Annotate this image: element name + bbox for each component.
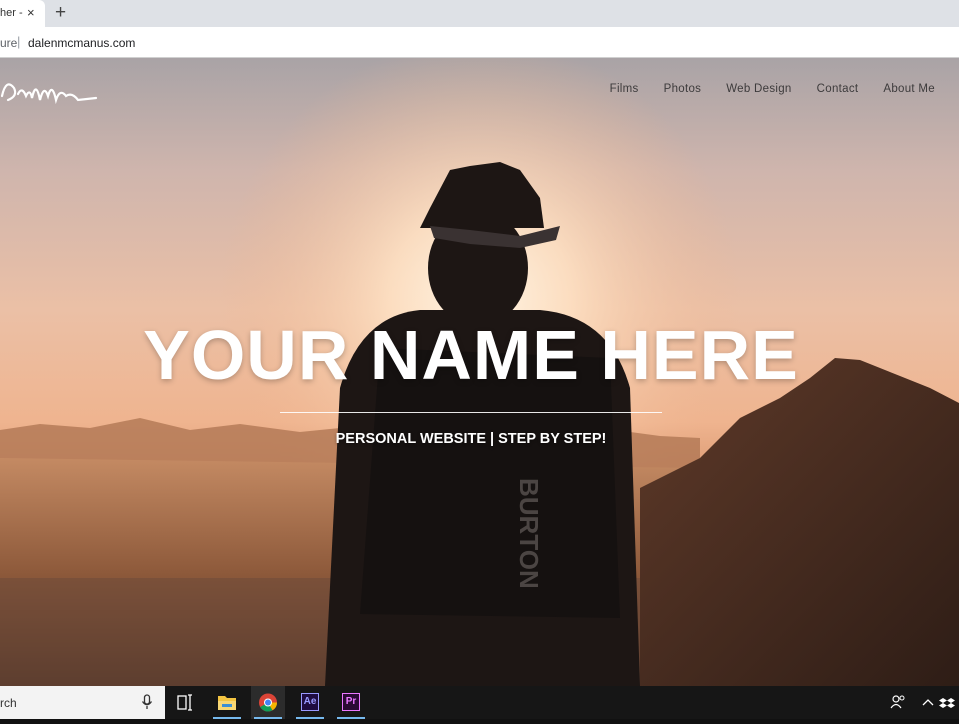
after-effects-button[interactable]: Ae [293, 686, 327, 719]
people-icon [890, 695, 905, 709]
nav-films[interactable]: Films [610, 83, 639, 95]
nav-about-me[interactable]: About Me [883, 83, 935, 95]
close-icon[interactable]: × [27, 5, 35, 20]
file-explorer-icon [218, 696, 236, 710]
taskbar: rch Ae Pr [0, 686, 959, 719]
signature-logo[interactable] [0, 70, 100, 110]
omnibox[interactable]: ure | dalenmcmanus.com [0, 33, 959, 53]
hero-title: YOUR NAME HERE [143, 316, 799, 394]
task-view-button[interactable] [168, 686, 202, 719]
chevron-up-icon [922, 699, 934, 706]
microphone-icon[interactable] [141, 694, 153, 710]
omnibox-separator: | [17, 34, 21, 49]
people-button[interactable] [887, 686, 909, 719]
hero-divider [280, 412, 662, 413]
nav-web-design[interactable]: Web Design [726, 83, 791, 95]
task-view-icon [177, 694, 192, 711]
search-placeholder: rch [0, 696, 17, 710]
url-text[interactable]: dalenmcmanus.com [28, 36, 135, 50]
hero-section: BURTON Films Photos Web Design Contact A… [0, 58, 959, 686]
tab-title: her - [0, 7, 23, 19]
premiere-pro-icon: Pr [342, 693, 360, 711]
premiere-pro-button[interactable]: Pr [334, 686, 368, 719]
secure-label: ure [0, 36, 18, 50]
chrome-icon [259, 693, 277, 712]
nav-photos[interactable]: Photos [664, 83, 702, 95]
hero-subtitle: PERSONAL WEBSITE | STEP BY STEP! [335, 431, 607, 447]
main-nav: Films Photos Web Design Contact About Me [610, 83, 935, 95]
browser-tab[interactable]: her - × [0, 0, 45, 27]
svg-text:BURTON: BURTON [514, 478, 544, 589]
taskbar-search-box[interactable]: rch [0, 686, 165, 719]
after-effects-icon: Ae [301, 693, 319, 711]
plus-icon[interactable]: + [55, 3, 66, 23]
nav-contact[interactable]: Contact [817, 83, 859, 95]
tab-strip: her - × + [0, 0, 959, 27]
address-bar: ure | dalenmcmanus.com [0, 27, 959, 58]
file-explorer-button[interactable] [210, 686, 244, 719]
show-hidden-icons-button[interactable] [917, 686, 939, 719]
chrome-button[interactable] [251, 686, 285, 719]
dropbox-button[interactable] [937, 686, 959, 719]
dropbox-icon [939, 698, 955, 708]
